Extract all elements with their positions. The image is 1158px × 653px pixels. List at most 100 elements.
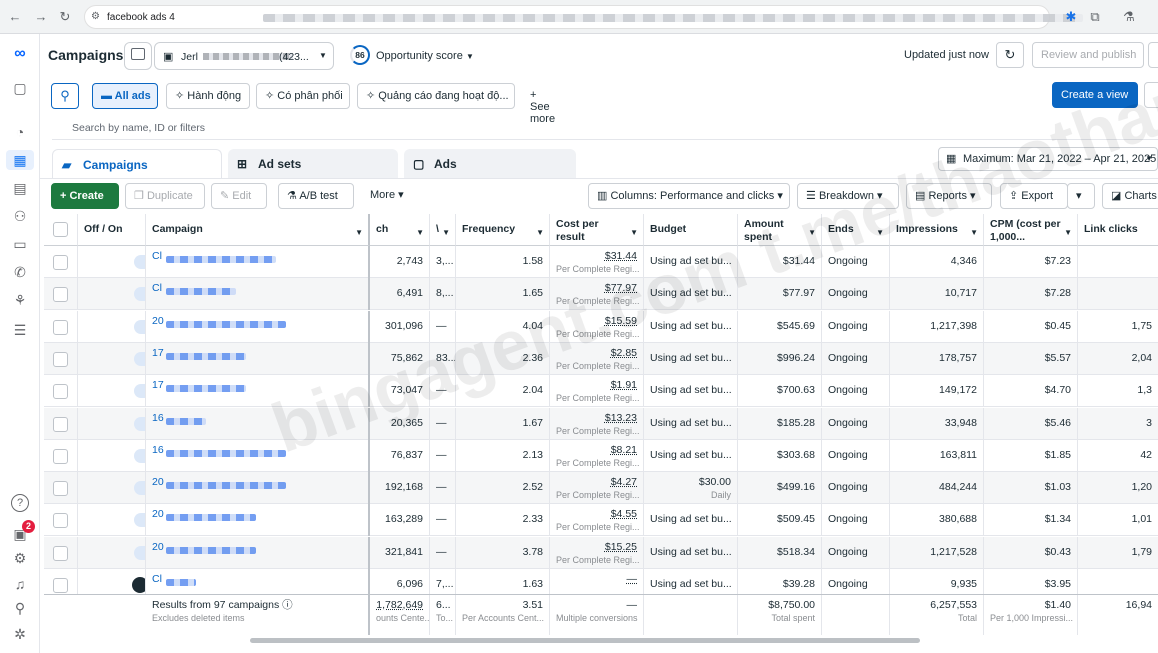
column-header-offon[interactable]: Off / On bbox=[78, 214, 146, 246]
create-view-button[interactable]: Create a view bbox=[1052, 82, 1138, 108]
campaign-name-link[interactable]: 20 bbox=[152, 315, 164, 328]
puzzle-icon[interactable]: ⧉ bbox=[1086, 8, 1104, 26]
campaign-toggle[interactable] bbox=[134, 513, 145, 528]
back-icon[interactable]: ← bbox=[6, 8, 24, 26]
table-row[interactable]: 16 76,837—2.13 $8.21 Per Complete Regi... Us… bbox=[44, 439, 1158, 472]
row-checkbox[interactable] bbox=[53, 513, 68, 529]
export-button[interactable]: ⇪ Export bbox=[1000, 183, 1068, 209]
filter-chip-actions[interactable]: ✧ Hành động bbox=[166, 83, 250, 109]
bell-icon[interactable]: ♫ bbox=[10, 574, 30, 594]
address-bar[interactable]: ⚙ facebook ads 4 bbox=[84, 5, 1083, 29]
filter-settings-button[interactable] bbox=[1144, 82, 1158, 108]
duplicate-button[interactable]: ❐ Duplicate bbox=[125, 183, 205, 209]
opportunity-score-label[interactable]: Opportunity score bbox=[376, 50, 463, 62]
campaign-toggle[interactable] bbox=[134, 287, 145, 302]
business-icon[interactable]: ⚘ bbox=[10, 290, 30, 310]
horizontal-scrollbar[interactable] bbox=[250, 638, 920, 643]
meta-logo-icon[interactable]: ∞ bbox=[10, 44, 30, 64]
cost-value[interactable]: $4.55 bbox=[556, 508, 637, 521]
column-header-impressions[interactable]: Impressions ▼ bbox=[890, 214, 984, 246]
campaign-name-link[interactable]: 20 bbox=[152, 476, 164, 489]
campaign-name-link[interactable]: 16 bbox=[152, 444, 164, 457]
table-row[interactable]: Cl 6,491 8,... 1.65 $77.97 Per Complete Regi.… bbox=[44, 278, 1158, 311]
account-selector[interactable]: ▣ Jerl (423... ▼ bbox=[154, 42, 334, 70]
cost-value[interactable]: $8.21 bbox=[556, 444, 637, 457]
search-icon[interactable]: ⚲ bbox=[10, 598, 30, 618]
export-dropdown-button[interactable]: ▾ bbox=[1067, 183, 1095, 209]
more-button[interactable]: More ▾ bbox=[362, 183, 414, 209]
extension-icon[interactable]: ✱ bbox=[1062, 8, 1080, 26]
cost-value[interactable]: — bbox=[556, 573, 638, 586]
billing-icon[interactable]: ▭ bbox=[10, 234, 30, 254]
breakdown-button[interactable]: ☰ Breakdown ▾ bbox=[797, 183, 899, 209]
campaign-toggle[interactable] bbox=[134, 255, 145, 269]
reports-icon[interactable]: ▤ bbox=[10, 178, 30, 198]
row-checkbox[interactable] bbox=[53, 545, 68, 561]
reload-icon[interactable]: ↻ bbox=[56, 8, 74, 26]
site-info-icon[interactable]: ⚙ bbox=[91, 11, 100, 22]
campaigns-table-icon[interactable]: ▦ bbox=[6, 150, 34, 170]
help-icon[interactable]: ? bbox=[11, 494, 29, 512]
edit-button[interactable]: ✎ Edit bbox=[211, 183, 267, 209]
campaign-toggle[interactable] bbox=[134, 351, 145, 366]
tab-ad-sets[interactable]: ⊞ Ad sets bbox=[228, 149, 398, 179]
campaign-toggle[interactable] bbox=[132, 577, 145, 593]
campaign-name-link[interactable]: Cl bbox=[152, 573, 162, 586]
campaign-name-link[interactable]: 20 bbox=[152, 508, 164, 521]
info-icon[interactable]: ⓘ bbox=[282, 599, 293, 611]
settings-icon[interactable]: ⚙ bbox=[10, 548, 30, 568]
forward-icon[interactable]: → bbox=[32, 8, 50, 26]
opportunity-score-ring[interactable]: 86 bbox=[350, 45, 370, 65]
filter-chip-delivery[interactable]: ✧ Có phân phối bbox=[256, 83, 350, 109]
campaign-toggle[interactable] bbox=[134, 545, 145, 560]
overview-icon[interactable]: ▢ bbox=[10, 78, 30, 98]
column-header-budget[interactable]: Budget bbox=[644, 214, 738, 246]
tab-ads[interactable]: ▢ Ads bbox=[404, 149, 576, 179]
campaign-toggle[interactable] bbox=[134, 481, 145, 496]
cost-value[interactable]: $13.23 bbox=[556, 412, 637, 425]
chevron-down-icon[interactable]: ▼ bbox=[466, 52, 474, 61]
table-row[interactable]: 16 20,365—1.67 $13.23 Per Complete Regi... U… bbox=[44, 407, 1158, 440]
table-row[interactable]: 17 73,047—2.04 $1.91 Per Complete Regi... Us… bbox=[44, 375, 1158, 408]
campaign-name-link[interactable]: Cl bbox=[152, 250, 162, 263]
review-publish-button[interactable]: Review and publish bbox=[1032, 42, 1144, 68]
campaign-name-link[interactable]: 16 bbox=[152, 412, 164, 425]
date-range-picker[interactable]: ▦ Maximum: Mar 21, 2022 – Apr 21, 2025 ▼ bbox=[938, 147, 1158, 171]
lab-icon[interactable]: ⚗ bbox=[1120, 8, 1138, 26]
audiences-icon[interactable]: ⚇ bbox=[10, 206, 30, 226]
table-row[interactable]: Cl 6,096 7,... 1.63 — Using ad set bu... $39.2… bbox=[44, 569, 1158, 594]
column-header-ends[interactable]: Ends ▼ bbox=[822, 214, 890, 246]
select-all-checkbox[interactable] bbox=[53, 222, 68, 237]
cost-value[interactable]: $77.97 bbox=[556, 282, 637, 295]
column-header-frequency[interactable]: Frequency ▼ bbox=[456, 214, 550, 246]
row-checkbox[interactable] bbox=[53, 384, 68, 400]
campaign-toggle[interactable] bbox=[134, 448, 145, 463]
cost-value[interactable]: $15.25 bbox=[556, 541, 637, 554]
row-checkbox[interactable] bbox=[53, 448, 68, 464]
campaign-toggle[interactable] bbox=[134, 384, 145, 399]
row-checkbox[interactable] bbox=[53, 416, 68, 432]
campaign-toggle[interactable] bbox=[134, 319, 145, 334]
tab-campaigns[interactable]: ▰ Campaigns bbox=[52, 149, 222, 179]
column-header-cpm[interactable]: CPM (cost per 1,000... ▼ bbox=[984, 214, 1078, 246]
search-button[interactable]: ⚲ bbox=[51, 83, 79, 109]
campaign-name-link[interactable]: 17 bbox=[152, 379, 164, 392]
refresh-button[interactable]: ↻ bbox=[996, 42, 1024, 68]
column-header-link-clicks[interactable]: Link clicks bbox=[1078, 214, 1158, 246]
cost-value[interactable]: $15.59 bbox=[556, 315, 637, 328]
row-checkbox[interactable] bbox=[53, 287, 68, 303]
campaign-toggle[interactable] bbox=[134, 416, 145, 431]
charts-button[interactable]: ◪ Charts bbox=[1102, 183, 1158, 209]
row-checkbox[interactable] bbox=[53, 578, 68, 593]
create-button[interactable]: + Create bbox=[51, 183, 119, 209]
all-ads-chip[interactable]: ▬ All ads bbox=[92, 83, 158, 109]
column-header-reach[interactable]: ch ▼ bbox=[370, 214, 430, 246]
column-header-campaign[interactable]: Campaign ▼ bbox=[146, 214, 370, 246]
table-row[interactable]: 20 301,096—4.04 $15.59 Per Complete Regi...… bbox=[44, 310, 1158, 343]
dashboard-icon[interactable]: ◔ bbox=[10, 122, 30, 142]
row-checkbox[interactable] bbox=[53, 481, 68, 497]
campaign-name-link[interactable]: Cl bbox=[152, 282, 162, 295]
columns-button[interactable]: ▥ Columns: Performance and clicks ▾ bbox=[588, 183, 790, 209]
cost-value[interactable]: $1.91 bbox=[556, 379, 637, 392]
row-checkbox[interactable] bbox=[53, 255, 68, 270]
